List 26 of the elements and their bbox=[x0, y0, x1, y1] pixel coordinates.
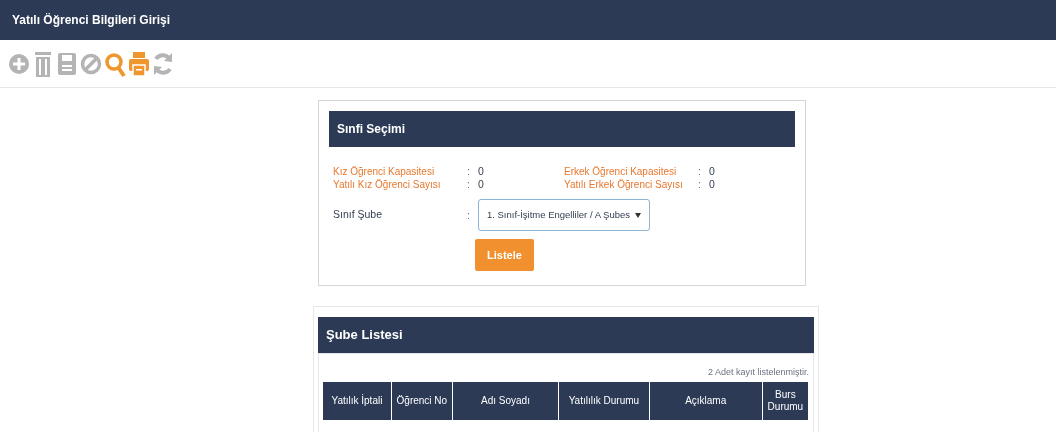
column-header: Açıklama bbox=[649, 381, 763, 420]
stat-value: 0 bbox=[708, 178, 715, 191]
page-title: Yatılı Öğrenci Bilgileri Girişi bbox=[12, 12, 171, 29]
colon-separator: : bbox=[467, 178, 470, 191]
panel-title: Sınfi Seçimi bbox=[337, 121, 406, 138]
column-header: Yatılılık Durumu bbox=[559, 381, 650, 420]
column-header: Burs Durumu bbox=[762, 381, 809, 420]
stat-label: Kız Öğrenci Kapasitesi bbox=[333, 165, 436, 178]
stat-value: 0 bbox=[477, 178, 484, 191]
dropdown-caret-icon bbox=[634, 212, 641, 218]
colon-separator: : bbox=[467, 208, 470, 222]
stat-value: 0 bbox=[477, 165, 484, 178]
stat-label: Yatılı Kız Öğrenci Sayısı bbox=[333, 178, 442, 191]
column-header: Yatılık İptali bbox=[323, 381, 392, 420]
record-count: 2 Adet kayıt listelenmiştir. bbox=[707, 366, 809, 379]
field-label: Sınıf Şube bbox=[333, 207, 384, 223]
stat-value: 0 bbox=[708, 165, 715, 178]
colon-separator: : bbox=[698, 178, 701, 191]
class-select[interactable]: 1. Sınıf-İşitme Engelliler / A Şubes bbox=[477, 199, 650, 231]
panel-title: Şube Listesi bbox=[326, 326, 403, 345]
column-header: Adı Soyadı bbox=[452, 381, 560, 420]
column-header: Öğrenci No bbox=[391, 381, 453, 420]
stat-label: Yatılı Erkek Öğrenci Sayısı bbox=[564, 178, 684, 191]
stat-label: Erkek Öğrenci Kapasitesi bbox=[564, 165, 678, 178]
colon-separator: : bbox=[467, 165, 470, 178]
colon-separator: : bbox=[698, 165, 701, 178]
